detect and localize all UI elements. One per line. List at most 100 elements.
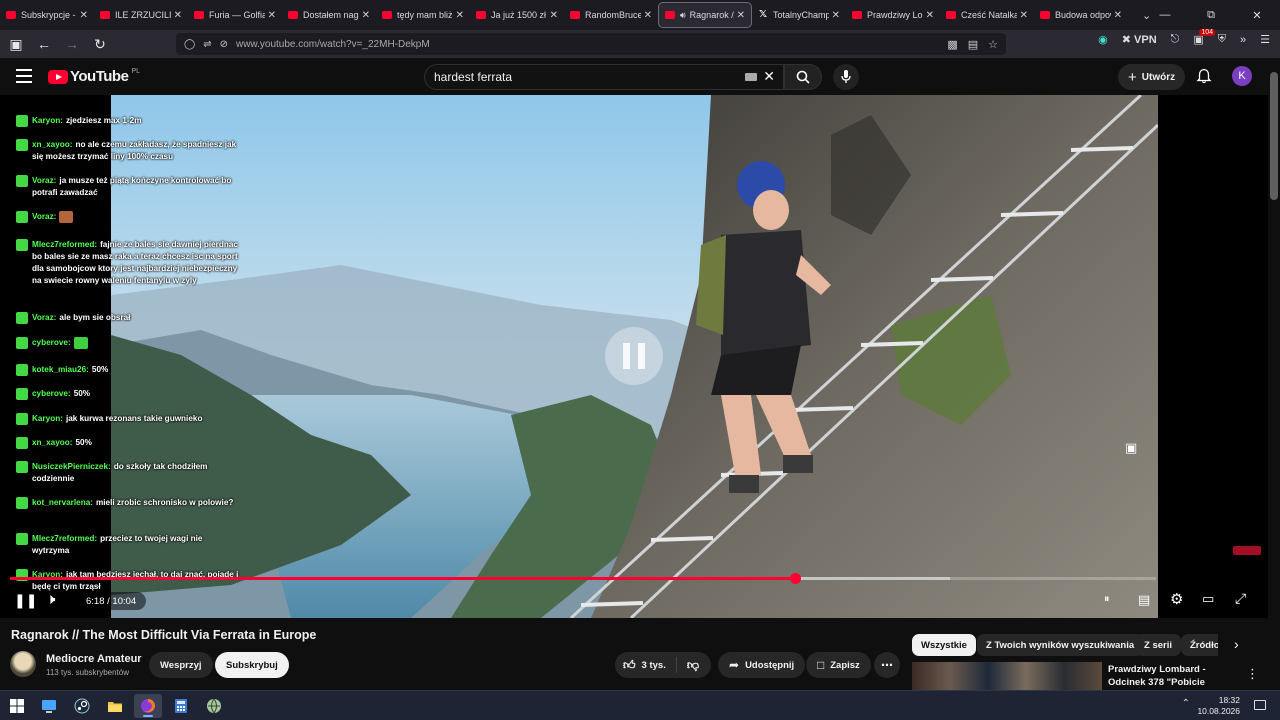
sidebar-toggle-icon[interactable]: ▣ [4,32,28,56]
globe-app-icon[interactable] [206,698,222,714]
permissions-icon[interactable]: ⇌ [203,39,211,50]
center-pause-icon[interactable] [605,327,663,385]
browser-tab[interactable]: 🔊︎Ragnarok // T✕ [658,2,752,28]
extension-puzzle-icon[interactable]: ⎋ [1171,33,1180,46]
account-avatar[interactable]: K [1232,66,1252,86]
chip-all[interactable]: Wszystkie [912,634,976,656]
tab-close-icon[interactable]: ✕ [362,10,370,21]
tab-close-icon[interactable]: ✕ [1020,10,1028,21]
url-text[interactable]: www.youtube.com/watch?v=_22MH-DekpM [236,39,430,50]
minimize-icon[interactable]: — [1142,0,1188,30]
tab-close-icon[interactable]: ✕ [456,10,464,21]
tab-close-icon[interactable]: ✕ [832,10,840,21]
create-button[interactable]: + Utwórz [1118,64,1186,90]
browser-tab[interactable]: tędy mam bliżej✕ [376,2,470,28]
settings-gear-icon[interactable]: ⚙ [1170,590,1183,608]
firefox-icon[interactable] [140,698,156,714]
search-button[interactable] [784,64,822,90]
calculator-icon[interactable] [173,698,189,714]
restore-icon[interactable]: ⧉ [1188,0,1234,30]
thumbs-down-icon[interactable]: 👎︎ [687,658,699,673]
monitor-app-icon[interactable] [41,698,57,714]
tab-close-icon[interactable]: ✕ [926,10,934,21]
browser-tab[interactable]: 𝕏 TotalnyChampio✕ [752,2,846,28]
save-button[interactable]: □ Zapisz [806,652,871,678]
browser-tab[interactable]: RandomBruce: I✕ [564,2,658,28]
subtitles-icon[interactable]: ▤ [1138,592,1150,608]
share-button[interactable]: ➦ Udostępnij [718,652,806,678]
extension-shield-icon[interactable]: ◉ [1098,33,1108,46]
like-button[interactable]: 👍︎ 3 tys. [623,658,666,673]
browser-tab[interactable]: Dostałem nagan✕ [282,2,376,28]
chat-text: 50% [91,365,109,374]
tab-close-icon[interactable]: ✕ [174,10,182,21]
no-tracking-icon[interactable]: ⊘ [220,39,228,50]
browser-tab[interactable]: Ja już 1500 zł pl✕ [470,2,564,28]
tab-close-icon[interactable]: ✕ [80,10,88,21]
channel-name[interactable]: Mediocre Amateur [46,653,142,665]
keyboard-icon[interactable] [745,73,757,81]
theater-mode-icon[interactable]: ▭ [1202,591,1214,607]
back-icon[interactable]: ← [32,32,56,56]
guide-menu-icon[interactable] [16,69,32,83]
browser-tab[interactable]: Subskrypcje - Y✕ [0,2,94,28]
recommended-more-icon[interactable]: ⋮ [1246,666,1259,682]
browser-tab[interactable]: Prawdziwy Lomb✕ [846,2,940,28]
tab-close-icon[interactable]: ✕ [1114,10,1122,21]
tab-close-icon[interactable]: ✕ [268,10,276,21]
progress-bar[interactable] [10,573,1156,584]
search-input[interactable]: hardest ferrata ✕ [424,64,784,90]
tab-close-icon[interactable]: ✕ [737,10,745,21]
video-player[interactable]: Karyon: zjedziesz max 1-2m xn_xayoo: no ale… [0,95,1268,618]
reader-view-icon[interactable]: ▤ [968,38,978,51]
fullscreen-icon[interactable]: ⤢ [1235,590,1246,607]
tab-close-icon[interactable]: ✕ [644,10,652,21]
miniplayer-icon[interactable]: ▣ [1125,440,1137,456]
chat-badge-icon [16,413,28,425]
reload-icon[interactable]: ↻ [88,32,112,56]
vpn-button[interactable]: ✖ VPN [1122,33,1157,46]
chips-next-icon[interactable]: › [1234,636,1239,652]
close-window-icon[interactable]: ✕ [1234,0,1280,30]
browser-tab[interactable]: ILE ZRZUCILI PO✕ [94,2,188,28]
channel-watermark-icon[interactable] [1233,546,1261,555]
browser-tab[interactable]: Cześć Natalka, n✕ [940,2,1034,28]
youtube-logo[interactable]: YouTube PL [48,68,140,85]
volume-icon[interactable]: 🕨 [46,591,55,608]
url-bar[interactable]: ◯ ⇌ ⊘ www.youtube.com/watch?v=_22MH-Dekp… [176,33,1006,55]
taskbar-clock[interactable]: 18:32 10.08.2026 [1197,695,1240,717]
pause-icon[interactable]: ❚❚ [14,592,37,609]
notification-center-icon[interactable] [1254,700,1266,710]
picture-in-picture-icon[interactable]: ▩ [947,38,957,51]
more-tools-icon[interactable]: » [1240,34,1246,46]
chat-text: 50% [73,389,91,398]
clear-search-icon[interactable]: ✕ [763,68,775,85]
browser-tab-label: ILE ZRZUCILI PO [115,10,171,20]
more-actions-button[interactable]: ⋯ [874,652,900,678]
tab-audio-icon[interactable]: 🔊︎ [680,10,686,21]
page-scrollbar[interactable] [1268,58,1280,690]
file-explorer-icon[interactable] [107,698,123,714]
chip-from-search[interactable]: Z Twoich wyników wyszukiwania [977,634,1144,656]
browser-tab[interactable]: Furia — Golfiarz✕ [188,2,282,28]
windows-start-icon[interactable] [9,698,25,714]
ublock-icon[interactable]: ⛨ [1218,33,1226,46]
tab-close-icon[interactable]: ✕ [550,10,558,21]
shield-icon[interactable]: ◯ [184,39,195,50]
forward-icon[interactable]: → [60,32,84,56]
bookmark-star-icon[interactable]: ☆ [988,38,998,51]
steam-icon[interactable] [74,698,90,714]
browser-tab[interactable]: Budowa odpow ✕ [1034,2,1128,28]
scrollbar-thumb[interactable] [1270,72,1278,200]
voice-search-button[interactable] [833,64,859,90]
chip-series[interactable]: Z serii [1135,634,1181,656]
notifications-bell-icon[interactable] [1196,68,1212,84]
menu-icon[interactable]: ☰ [1260,33,1270,46]
subscribe-button[interactable]: Subskrybuj [215,652,289,678]
progress-knob[interactable] [790,573,801,584]
support-button[interactable]: Wesprzyj [149,652,213,678]
channel-avatar[interactable] [10,651,36,677]
tray-chevron-icon[interactable]: ⌃ [1182,698,1190,709]
autoplay-toggle-icon[interactable]: ⏸ [1104,593,1110,606]
extension-badge-icon[interactable]: ▣ 104 [1193,29,1216,46]
